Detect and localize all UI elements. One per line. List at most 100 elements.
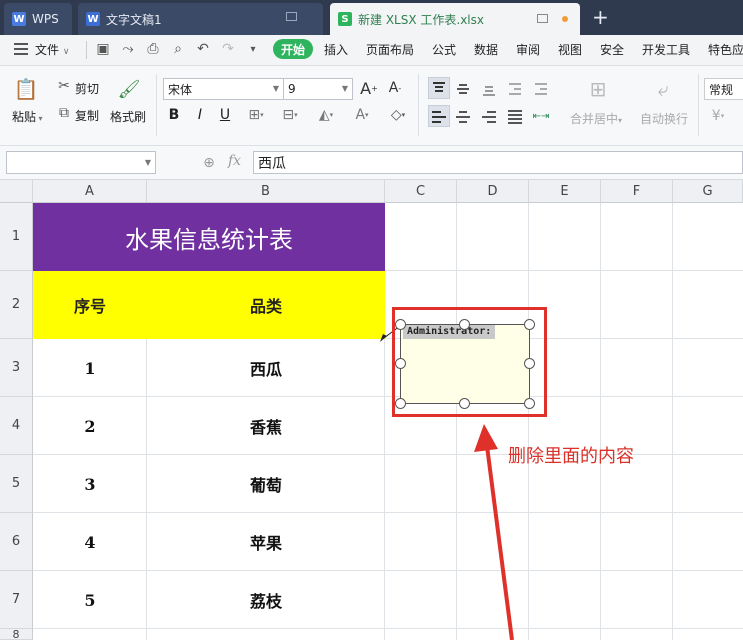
- cell-a5[interactable]: 3: [33, 455, 147, 513]
- paste-button[interactable]: 粘贴 ▾: [12, 108, 43, 125]
- number-format-select[interactable]: 常规: [704, 78, 743, 100]
- resize-handle-w[interactable]: [395, 358, 406, 369]
- wrap-text-button[interactable]: 自动换行: [640, 110, 688, 127]
- cell-b5[interactable]: 葡萄: [147, 455, 385, 513]
- cell-b6[interactable]: 苹果: [147, 513, 385, 571]
- fx-icon[interactable]: fx: [228, 153, 241, 169]
- spreadsheet-grid[interactable]: A B C D E F G 1 2 3 4 5 6 7 8 水果信息统计表 序号…: [0, 180, 743, 640]
- font-name-select[interactable]: 宋体 ▼: [163, 78, 284, 100]
- align-middle-button[interactable]: [452, 77, 474, 99]
- header-cell-no[interactable]: 序号: [33, 271, 147, 339]
- row-header-7[interactable]: 7: [0, 571, 33, 629]
- row-header-4[interactable]: 4: [0, 397, 33, 455]
- row-header-8[interactable]: 8: [0, 629, 33, 640]
- column-header-d[interactable]: D: [457, 180, 529, 203]
- row-header-2[interactable]: 2: [0, 271, 33, 339]
- tab-spreadsheet[interactable]: S 新建 XLSX 工作表.xlsx: [330, 3, 580, 35]
- resize-handle-e[interactable]: [524, 358, 535, 369]
- menu-insert[interactable]: 插入: [324, 41, 348, 58]
- decrease-font-icon[interactable]: A-: [385, 78, 405, 98]
- menu-page-layout[interactable]: 页面布局: [366, 41, 414, 58]
- menu-special[interactable]: 特色应: [708, 41, 743, 58]
- paste-icon[interactable]: 📋: [14, 76, 39, 102]
- redo-icon[interactable]: ↷: [219, 40, 237, 58]
- select-all-corner[interactable]: [0, 180, 33, 203]
- align-center-button[interactable]: [452, 105, 474, 127]
- cell-b7[interactable]: 荔枝: [147, 571, 385, 629]
- format-painter-icon[interactable]: 🖌: [118, 76, 141, 102]
- menu-developer[interactable]: 开发工具: [642, 41, 690, 58]
- cut-button[interactable]: 剪切: [75, 80, 99, 97]
- menu-review[interactable]: 审阅: [516, 41, 540, 58]
- row-header-1[interactable]: 1: [0, 203, 33, 271]
- resize-handle-sw[interactable]: [395, 398, 406, 409]
- print-preview-icon[interactable]: ⌕: [169, 40, 187, 58]
- align-bottom-button[interactable]: [478, 77, 500, 99]
- quick-access-dropdown-icon[interactable]: ▾: [244, 40, 262, 58]
- row-header-3[interactable]: 3: [0, 339, 33, 397]
- menu-formulas[interactable]: 公式: [432, 41, 456, 58]
- resize-handle-s[interactable]: [459, 398, 470, 409]
- merge-center-button[interactable]: 合并居中▾: [570, 110, 622, 127]
- column-header-b[interactable]: B: [147, 180, 385, 203]
- row-header-6[interactable]: 6: [0, 513, 33, 571]
- justify-button[interactable]: [504, 105, 526, 127]
- cell-b3[interactable]: 西瓜: [147, 339, 385, 397]
- column-header-f[interactable]: F: [601, 180, 673, 203]
- cell-a7[interactable]: 5: [33, 571, 147, 629]
- resize-handle-ne[interactable]: [524, 319, 535, 330]
- menu-view[interactable]: 视图: [558, 41, 582, 58]
- italic-icon[interactable]: I: [191, 105, 209, 125]
- zoom-search-icon[interactable]: ⊕: [200, 154, 218, 172]
- hamburger-menu-icon[interactable]: [14, 43, 28, 55]
- formula-input[interactable]: 西瓜: [253, 151, 743, 174]
- new-tab-button[interactable]: +: [592, 5, 609, 29]
- menu-security[interactable]: 安全: [600, 41, 624, 58]
- tab-wps-home[interactable]: W WPS: [4, 3, 72, 35]
- menu-file[interactable]: 文件 ∨: [35, 41, 69, 58]
- copy-icon[interactable]: ⧉: [56, 105, 72, 121]
- wrap-text-icon[interactable]: ⤶: [650, 76, 676, 102]
- row-header-5[interactable]: 5: [0, 455, 33, 513]
- resize-handle-n[interactable]: [459, 319, 470, 330]
- align-top-button[interactable]: [428, 77, 450, 99]
- merge-center-icon[interactable]: ⊞: [585, 76, 611, 102]
- font-color-icon[interactable]: A ▾: [349, 105, 375, 125]
- name-box[interactable]: ▼: [6, 151, 156, 174]
- resize-handle-nw[interactable]: [395, 319, 406, 330]
- sheet-title-cell[interactable]: 水果信息统计表: [33, 203, 385, 271]
- export-icon[interactable]: ⤳: [119, 40, 137, 58]
- currency-icon[interactable]: ¥ ▾: [706, 105, 730, 127]
- bold-icon[interactable]: B: [165, 105, 183, 125]
- font-size-select[interactable]: 9 ▼: [283, 78, 353, 100]
- increase-font-icon[interactable]: A +: [359, 78, 379, 98]
- cell-a4[interactable]: 2: [33, 397, 147, 455]
- column-header-e[interactable]: E: [529, 180, 601, 203]
- print-icon[interactable]: ⎙: [144, 40, 162, 58]
- scissors-icon[interactable]: ✂: [56, 78, 72, 94]
- format-painter-button[interactable]: 格式刷: [110, 108, 146, 125]
- window-mode-icon[interactable]: [286, 12, 297, 21]
- column-header-c[interactable]: C: [385, 180, 457, 203]
- distribute-icon[interactable]: ⇤⇥: [530, 105, 552, 127]
- increase-indent-button[interactable]: [530, 77, 552, 99]
- column-header-g[interactable]: G: [673, 180, 743, 203]
- cell-b4[interactable]: 香蕉: [147, 397, 385, 455]
- resize-handle-se[interactable]: [524, 398, 535, 409]
- column-header-a[interactable]: A: [33, 180, 147, 203]
- decrease-indent-button[interactable]: [504, 77, 526, 99]
- align-left-button[interactable]: [428, 105, 450, 127]
- cell-a6[interactable]: 4: [33, 513, 147, 571]
- clear-format-icon[interactable]: ◇ ▾: [385, 105, 411, 125]
- menu-start[interactable]: 开始: [273, 39, 314, 59]
- fill-color-icon[interactable]: ◭ ▾: [312, 105, 340, 125]
- header-cell-type[interactable]: 品类: [147, 271, 385, 339]
- window-mode-icon[interactable]: [537, 14, 548, 23]
- tab-document[interactable]: W 文字文稿1: [78, 3, 323, 35]
- borders-icon[interactable]: ⊞ ▾: [243, 105, 269, 125]
- menu-data[interactable]: 数据: [474, 41, 498, 58]
- copy-button[interactable]: 复制: [75, 107, 99, 124]
- save-icon[interactable]: ▣: [94, 40, 112, 58]
- merge-borders-icon[interactable]: ⊟ ▾: [277, 105, 303, 125]
- cell-a3[interactable]: 1: [33, 339, 147, 397]
